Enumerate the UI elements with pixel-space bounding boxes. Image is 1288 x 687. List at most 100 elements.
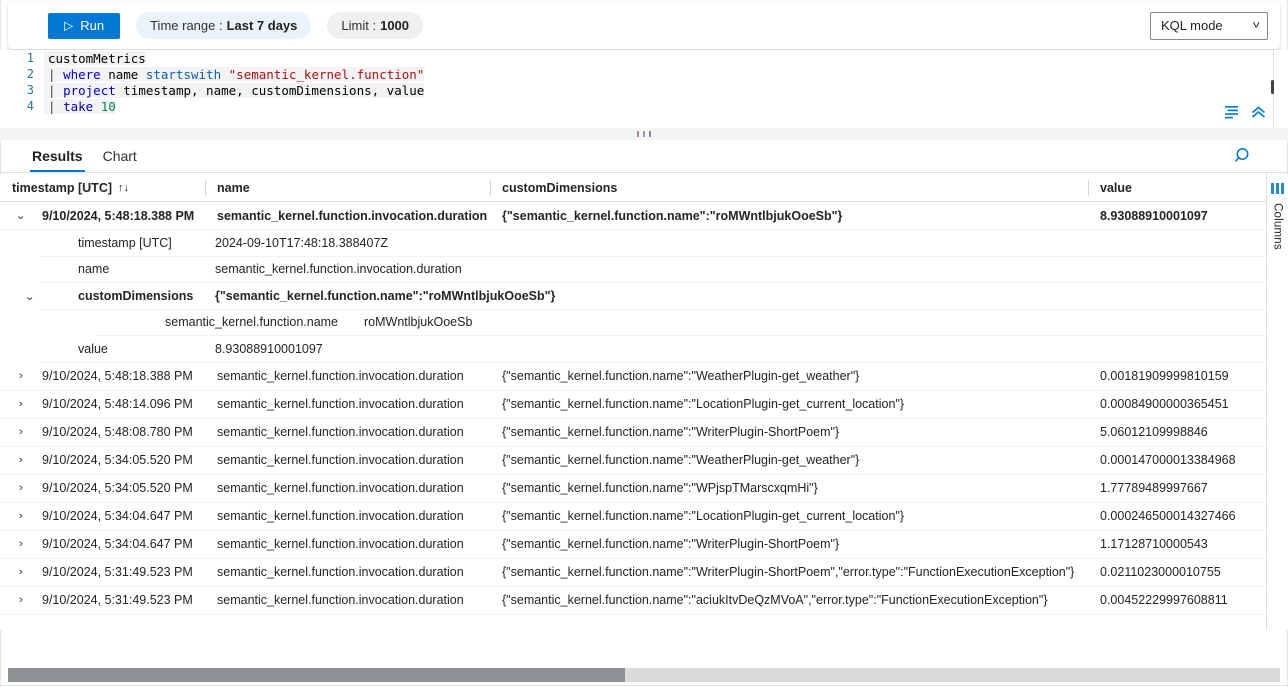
detail-row[interactable]: timestamp [UTC]2024-09-10T17:48:18.38840… [0,230,1266,257]
drag-handle-dots [637,131,651,137]
tab-results[interactable]: Results [22,148,93,172]
column-header-value[interactable]: value [1088,174,1266,202]
kql-query-editor[interactable]: 1customMetrics2| where name startswith "… [0,50,1288,128]
cell-customdimensions: {"semantic_kernel.function.name":"Weathe… [490,362,1088,390]
code-lines[interactable]: 1customMetrics2| where name startswith "… [0,50,1288,114]
play-icon: ▷ [64,19,73,31]
code-token [221,67,229,82]
detail-key: semantic_kernel.function.name [98,310,338,337]
column-header-timestamp[interactable]: timestamp [UTC] ↑↓ [0,174,205,202]
query-toolbar: ▷ Run Time range : Last 7 days Limit : 1… [8,2,1280,49]
cell-timestamp: 9/10/2024, 5:48:18.388 PM [42,362,205,390]
code-text[interactable]: | where name startswith "semantic_kernel… [44,67,424,82]
column-header-customdimensions-label: customDimensions [502,181,617,195]
chevron-right-icon[interactable]: › [0,566,42,578]
code-text[interactable]: | take 10 [44,99,116,114]
editor-results-splitter[interactable] [0,128,1288,140]
cell-value: 0.00452229997608811 [1088,586,1266,614]
detail-row[interactable]: value8.93088910001097 [0,336,1266,363]
column-header-timestamp-label: timestamp [UTC] [12,181,112,195]
search-icon[interactable] [1234,146,1254,166]
editor-vertical-scrollbar[interactable] [1271,52,1274,126]
chevron-right-icon[interactable]: › [0,370,42,382]
cell-timestamp: 9/10/2024, 5:34:04.647 PM [42,502,205,530]
columns-icon [1271,182,1284,197]
column-header-value-label: value [1100,181,1132,195]
cell-name: semantic_kernel.function.invocation.dura… [205,474,490,502]
code-line[interactable]: 4| take 10 [0,98,1288,114]
cell-name: semantic_kernel.function.invocation.dura… [205,530,490,558]
cell-customdimensions: {"semantic_kernel.function.name":"Locati… [490,390,1088,418]
editor-scroll-thumb[interactable] [1271,80,1274,94]
code-token: customMetrics [48,51,146,66]
table-row[interactable]: ›9/10/2024, 5:34:04.647 PMsemantic_kerne… [0,531,1266,559]
table-row[interactable]: ›9/10/2024, 5:48:08.780 PMsemantic_kerne… [0,419,1266,447]
column-header-name[interactable]: name [205,174,490,202]
table-row[interactable]: ›9/10/2024, 5:34:05.520 PMsemantic_kerne… [0,475,1266,503]
table-row[interactable]: ›9/10/2024, 5:31:49.523 PMsemantic_kerne… [0,587,1266,615]
cell-customdimensions: {"semantic_kernel.function.name":"Writer… [490,530,1088,558]
time-range-value: Last 7 days [227,18,298,33]
table-row[interactable]: ›9/10/2024, 5:34:05.520 PMsemantic_kerne… [0,447,1266,475]
time-range-pill[interactable]: Time range : Last 7 days [136,12,311,39]
cell-timestamp: 9/10/2024, 5:34:05.520 PM [42,474,205,502]
tab-chart[interactable]: Chart [93,148,147,172]
cell-name: semantic_kernel.function.invocation.dura… [205,558,490,586]
detail-row[interactable]: semantic_kernel.function.nameroMWntlbjuk… [0,310,1266,337]
chevron-down-icon[interactable]: ⌄ [0,283,42,310]
chevron-right-icon[interactable]: › [0,454,42,466]
horizontal-scrollbar-thumb[interactable] [8,668,625,682]
detail-row[interactable]: namesemantic_kernel.function.invocation.… [0,257,1266,284]
limit-label: Limit : [341,18,376,33]
code-token: name [101,67,146,82]
table-row[interactable]: ›9/10/2024, 5:48:14.096 PMsemantic_kerne… [0,391,1266,419]
code-line[interactable]: 2| where name startswith "semantic_kerne… [0,66,1288,82]
horizontal-scrollbar[interactable] [8,668,1280,682]
cell-value: 0.00181909999810159 [1088,362,1266,390]
sort-arrows-icon[interactable]: ↑↓ [118,182,129,194]
code-token: where [63,67,101,82]
code-token: take [63,99,93,114]
chevron-right-icon[interactable]: › [0,482,42,494]
line-number: 4 [0,99,44,113]
cell-value: 8.93088910001097 [1088,202,1266,230]
column-header-customdimensions[interactable]: customDimensions [490,174,1088,202]
chevron-right-icon[interactable]: › [0,538,42,550]
chevron-down-icon[interactable]: ⌄ [0,209,42,222]
code-token: startswith [146,67,221,82]
chevron-right-icon[interactable]: › [0,426,42,438]
table-row[interactable]: ⌄9/10/2024, 5:48:18.388 PMsemantic_kerne… [0,202,1266,230]
run-button[interactable]: ▷ Run [48,13,120,39]
table-row[interactable]: ›9/10/2024, 5:31:49.523 PMsemantic_kerne… [0,559,1266,587]
code-text[interactable]: customMetrics [44,51,146,66]
table-row[interactable]: ›9/10/2024, 5:48:18.388 PMsemantic_kerne… [0,363,1266,391]
detail-key: name [42,257,205,284]
format-query-icon[interactable] [1225,106,1242,119]
cell-timestamp: 9/10/2024, 5:48:14.096 PM [42,390,205,418]
query-mode-select[interactable]: KQL mode ˅ [1150,12,1268,40]
grid-header-row: timestamp [UTC] ↑↓ name customDimensions… [0,174,1266,202]
chevron-double-up-icon[interactable] [1251,106,1266,119]
cell-timestamp: 9/10/2024, 5:48:18.388 PM [42,202,205,230]
chevron-right-icon[interactable]: › [0,398,42,410]
code-token: "semantic_kernel.function" [229,67,425,82]
cell-timestamp: 9/10/2024, 5:31:49.523 PM [42,586,205,614]
code-text[interactable]: | project timestamp, name, customDimensi… [44,83,424,98]
limit-pill[interactable]: Limit : 1000 [327,12,423,39]
detail-value: 8.93088910001097 [205,336,1266,363]
columns-panel-toggle[interactable]: Columns [1266,174,1288,630]
cell-name: semantic_kernel.function.invocation.dura… [205,418,490,446]
detail-indent [0,257,42,284]
detail-row[interactable]: ⌄customDimensions{"semantic_kernel.funct… [0,283,1266,310]
code-line[interactable]: 1customMetrics [0,50,1288,66]
detail-key: customDimensions [42,283,205,310]
code-line[interactable]: 3| project timestamp, name, customDimens… [0,82,1288,98]
cell-timestamp: 9/10/2024, 5:34:04.647 PM [42,530,205,558]
chevron-right-icon[interactable]: › [0,510,42,522]
detail-indent [0,336,42,363]
time-range-label: Time range : [150,18,223,33]
table-row[interactable]: ›9/10/2024, 5:34:04.647 PMsemantic_kerne… [0,503,1266,531]
cell-timestamp: 9/10/2024, 5:31:49.523 PM [42,558,205,586]
chevron-right-icon[interactable]: › [0,594,42,606]
chevron-down-icon: ˅ [1252,20,1260,32]
